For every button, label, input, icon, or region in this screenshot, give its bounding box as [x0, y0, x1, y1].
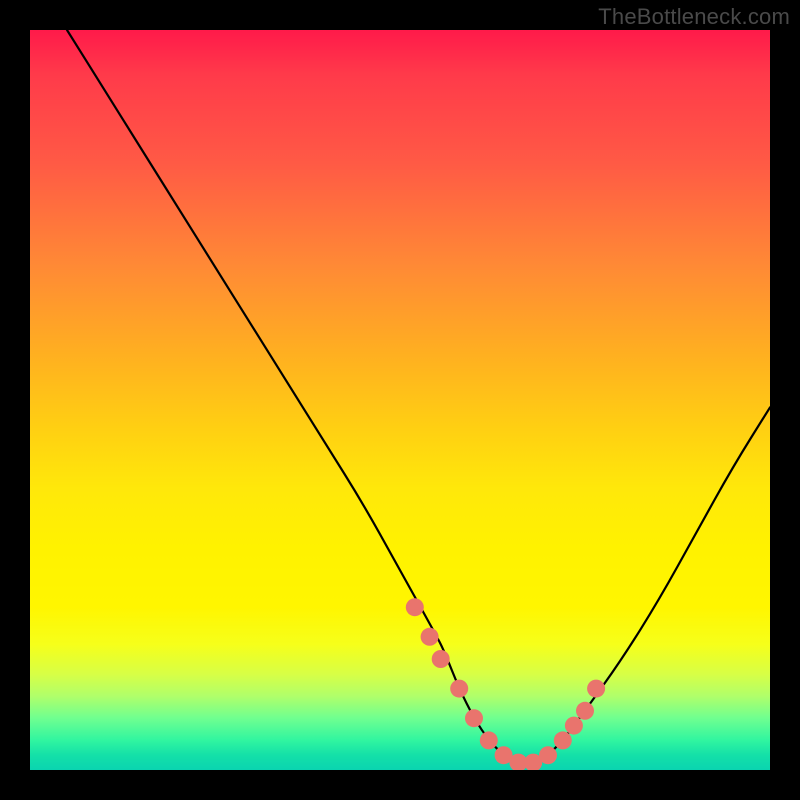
- highlight-dot: [576, 702, 594, 720]
- watermark-text: TheBottleneck.com: [598, 4, 790, 30]
- highlight-dot: [539, 746, 557, 764]
- highlight-dot: [554, 731, 572, 749]
- highlight-dot: [406, 598, 424, 616]
- chart-frame: TheBottleneck.com: [0, 0, 800, 800]
- curve-layer: [30, 30, 770, 770]
- highlight-dot: [480, 731, 498, 749]
- highlight-dot: [432, 650, 450, 668]
- plot-area: [30, 30, 770, 770]
- highlight-dot: [587, 680, 605, 698]
- highlight-dot: [421, 628, 439, 646]
- highlight-dots: [406, 598, 605, 770]
- highlight-dot: [465, 709, 483, 727]
- highlight-dot: [450, 680, 468, 698]
- bottleneck-curve: [67, 30, 770, 763]
- highlight-dot: [565, 717, 583, 735]
